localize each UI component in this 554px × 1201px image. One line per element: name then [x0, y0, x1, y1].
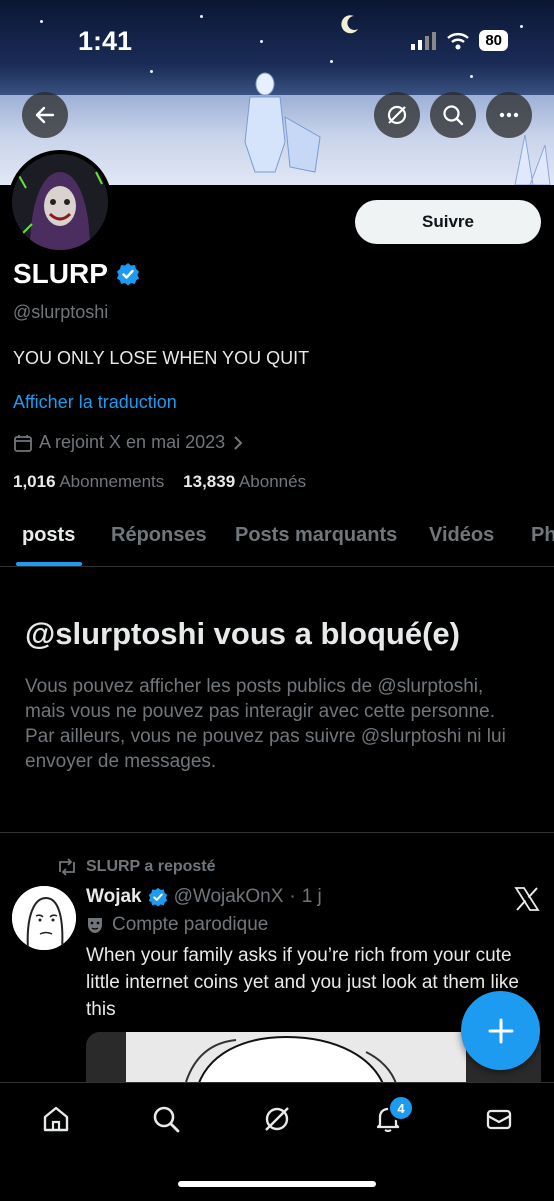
compose-post-button[interactable] — [461, 991, 540, 1070]
battery-indicator: 80 — [479, 30, 508, 51]
repost-indicator: SLURP a reposté — [56, 858, 216, 876]
signal-icon — [411, 31, 437, 50]
more-icon — [499, 112, 519, 118]
nav-messages[interactable] — [481, 1101, 517, 1137]
post-author-avatar[interactable] — [12, 886, 76, 950]
plus-icon — [488, 1018, 513, 1043]
wojak-avatar-image — [12, 886, 76, 950]
grok-icon — [265, 1107, 289, 1131]
profile-name-row: SLURP — [13, 258, 140, 290]
profile-tabs: posts Réponses Posts marquants Vidéos Ph — [0, 520, 554, 567]
following-link[interactable]: 1,016 Abonnements — [13, 472, 164, 491]
nav-search[interactable] — [148, 1101, 184, 1137]
post-author-handle[interactable]: @WojakOnX — [174, 886, 284, 908]
profile-bio: YOU ONLY LOSE WHEN YOU QUIT — [13, 348, 310, 368]
x-logo-icon[interactable] — [514, 886, 540, 912]
avatar-image — [12, 154, 108, 250]
profile-handle: @slurptoshi — [13, 302, 109, 322]
notifications-badge: 4 — [388, 1095, 414, 1121]
back-button[interactable] — [22, 92, 68, 138]
followers-count: 13,839 — [183, 472, 236, 491]
profile-avatar[interactable] — [8, 150, 112, 254]
nav-notifications[interactable]: 4 — [370, 1095, 414, 1137]
followers-link[interactable]: 13,839 Abonnés — [183, 472, 306, 491]
status-icons: 80 — [411, 30, 508, 51]
status-time: 1:41 — [78, 26, 133, 56]
following-label: Abonnements — [59, 472, 165, 491]
joined-date-row[interactable]: A rejoint X en mai 2023 — [13, 432, 245, 453]
verified-badge-icon — [148, 887, 167, 907]
ice-figure — [244, 72, 321, 173]
grok-icon — [387, 105, 407, 125]
following-count: 1,016 — [13, 472, 56, 491]
active-tab-indicator — [16, 562, 82, 566]
parody-label-row: Compte parodique — [86, 914, 268, 936]
search-icon — [153, 1106, 180, 1133]
blocked-title: @slurptoshi vous a bloqué(e) — [25, 616, 460, 651]
nav-grok[interactable] — [259, 1101, 295, 1137]
post-separator: · — [289, 886, 296, 907]
theater-mask-icon — [88, 918, 102, 933]
mail-icon — [486, 1109, 512, 1130]
repost-icon — [59, 858, 75, 876]
tab-posts[interactable]: posts — [22, 524, 75, 547]
search-icon — [443, 105, 464, 126]
section-divider — [0, 832, 554, 833]
follow-button[interactable]: Suivre — [355, 200, 541, 244]
calendar-icon — [14, 434, 32, 452]
chevron-right-icon — [234, 435, 243, 450]
post-author-name[interactable]: Wojak — [86, 886, 142, 908]
post-header: Wojak @WojakOnX · 1 j — [86, 886, 322, 908]
more-options-button[interactable] — [486, 92, 532, 138]
arrow-left-icon — [35, 106, 55, 124]
profile-name: SLURP — [13, 258, 108, 289]
tab-videos[interactable]: Vidéos — [429, 524, 494, 547]
moon-icon — [341, 15, 358, 34]
followers-label: Abonnés — [238, 472, 307, 491]
repost-label: SLURP a reposté — [86, 858, 216, 875]
blocked-description: Vous pouvez afficher les posts publics d… — [25, 676, 506, 772]
wifi-icon — [447, 32, 470, 49]
grok-button[interactable] — [374, 92, 420, 138]
search-button[interactable] — [430, 92, 476, 138]
home-indicator[interactable] — [178, 1181, 376, 1187]
parody-label: Compte parodique — [112, 914, 269, 935]
home-icon — [43, 1106, 69, 1132]
verified-badge-icon — [116, 263, 139, 286]
translate-link[interactable]: Afficher la traduction — [13, 392, 177, 413]
post-age: 1 j — [301, 886, 322, 907]
profile-stats: 1,016 Abonnements 13,839 Abonnés — [13, 472, 306, 492]
joined-date: A rejoint X en mai 2023 — [39, 432, 226, 452]
nav-home[interactable] — [38, 1101, 74, 1137]
bottom-navigation: 4 — [0, 1082, 554, 1201]
tab-replies[interactable]: Réponses — [111, 524, 207, 547]
tab-highlights[interactable]: Posts marquants — [235, 524, 397, 547]
tab-photos[interactable]: Ph — [531, 524, 554, 547]
